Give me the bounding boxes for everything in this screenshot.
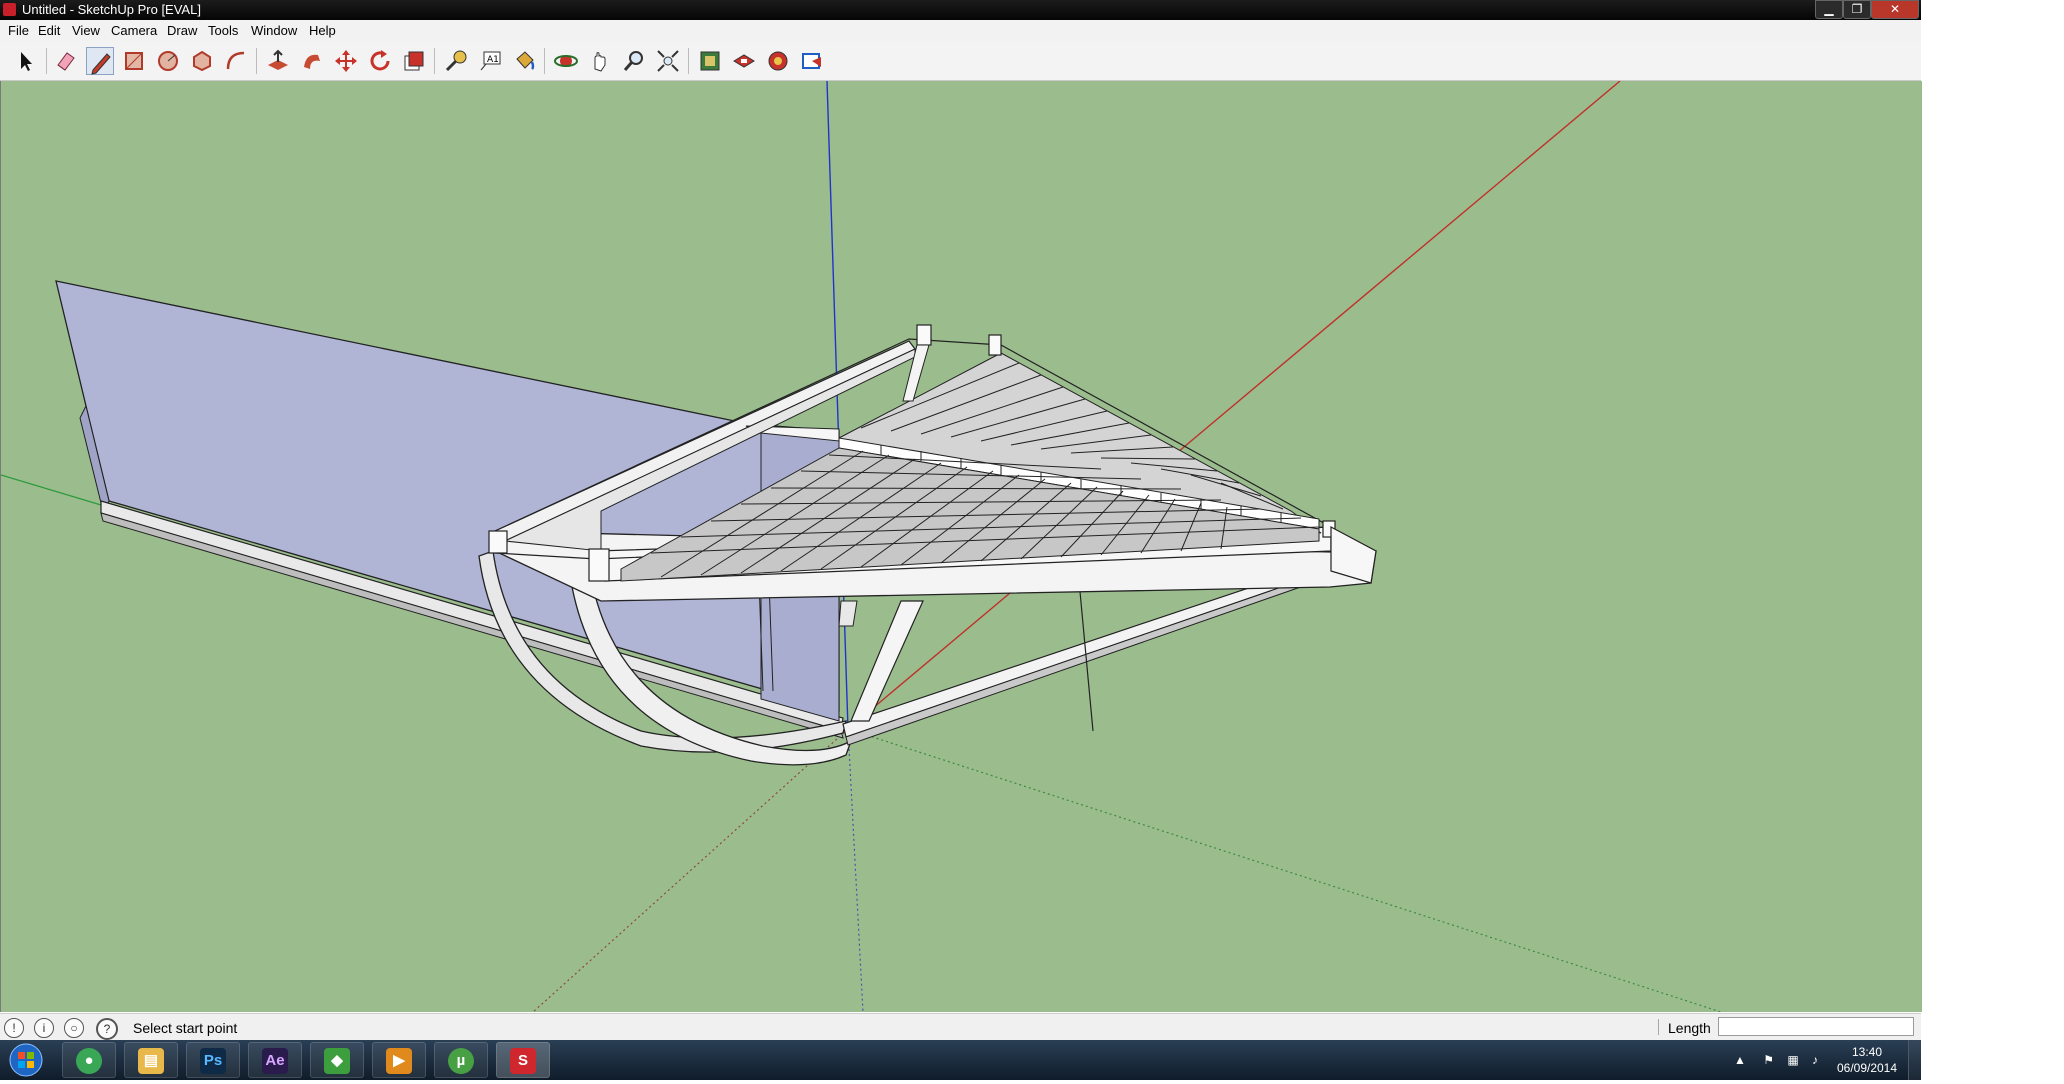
minimize-button[interactable]: ▁ xyxy=(1815,0,1843,19)
media-player-icon: ▶ xyxy=(386,1048,412,1074)
system-tray: ▲ ⚑ ▦ ♪ xyxy=(1734,1053,1818,1067)
zoom-icon[interactable] xyxy=(620,47,648,75)
red-axis-negative xyxy=(532,728,849,1012)
corner-post-front xyxy=(588,548,610,582)
after-effects-icon: Ae xyxy=(262,1048,288,1074)
scale-icon[interactable] xyxy=(400,47,428,75)
taskbar-media-player[interactable]: ▶ xyxy=(372,1042,426,1078)
arc-icon[interactable] xyxy=(222,47,250,75)
menu-camera[interactable]: Camera xyxy=(111,23,157,38)
menu-file[interactable]: File xyxy=(8,23,29,38)
pan-icon[interactable] xyxy=(586,47,614,75)
window-title: Untitled - SketchUp Pro [EVAL] xyxy=(22,2,201,17)
folder-icon: ▤ xyxy=(138,1048,164,1074)
menu-help[interactable]: Help xyxy=(309,23,336,38)
menu-draw[interactable]: Draw xyxy=(167,23,197,38)
model-viewport[interactable] xyxy=(0,81,1922,1012)
taskbar-explorer[interactable]: ▤ xyxy=(124,1042,178,1078)
windows-taskbar: ● ▤ Ps Ae ◆ ▶ µ S xyxy=(0,1040,1921,1080)
layout-icon[interactable] xyxy=(798,47,826,75)
length-input[interactable] xyxy=(1718,1017,1914,1036)
menu-tools[interactable]: Tools xyxy=(208,23,238,38)
text-icon[interactable]: A1 xyxy=(476,47,504,75)
tape-measure-icon[interactable] xyxy=(442,47,470,75)
length-label: Length xyxy=(1668,1020,1711,1036)
help-icon[interactable]: ? xyxy=(96,1018,118,1040)
taskbar-chrome[interactable]: ● xyxy=(62,1042,116,1078)
sketchup-icon: S xyxy=(510,1048,536,1074)
extension-icon[interactable] xyxy=(764,47,792,75)
polygon-icon[interactable] xyxy=(188,47,216,75)
utorrent-icon: µ xyxy=(448,1048,474,1074)
credits-icon[interactable]: i xyxy=(34,1018,54,1038)
clock-time: 13:40 xyxy=(1851,1045,1883,1059)
chrome-icon: ● xyxy=(76,1048,102,1074)
status-text: Select start point xyxy=(133,1020,238,1036)
pencil-icon[interactable] xyxy=(86,47,114,75)
status-bar: ! i ○ ? Select start point Length xyxy=(0,1013,1921,1041)
taskbar-after-effects[interactable]: Ae xyxy=(248,1042,302,1078)
3d-scene xyxy=(1,81,1722,1012)
blue-axis-negative xyxy=(847,728,864,1012)
taskbar-clock[interactable]: 13:40 06/09/2014 xyxy=(1832,1044,1902,1076)
action-center-icon[interactable]: ⚑ xyxy=(1763,1053,1774,1067)
components-icon[interactable] xyxy=(730,47,758,75)
follow-me-icon[interactable] xyxy=(298,47,326,75)
zoom-extents-icon[interactable] xyxy=(654,47,682,75)
clock-date: 06/09/2014 xyxy=(1836,1061,1898,1075)
side-panel-face xyxy=(55,280,840,712)
start-button[interactable] xyxy=(4,1041,48,1079)
circle-icon[interactable] xyxy=(154,47,182,75)
user-icon[interactable]: ○ xyxy=(64,1018,84,1038)
title-bar: Untitled - SketchUp Pro [EVAL] ▁ ❐ ✕ xyxy=(0,0,1921,20)
photoshop-icon: Ps xyxy=(200,1048,226,1074)
toolbar: A1 xyxy=(0,42,1921,81)
menu-edit[interactable]: Edit xyxy=(38,23,60,38)
taskbar-utorrent[interactable]: µ xyxy=(434,1042,488,1078)
corner-post-back xyxy=(916,324,932,346)
rotate-icon[interactable] xyxy=(366,47,394,75)
paint-bucket-icon[interactable] xyxy=(510,47,538,75)
push-pull-icon[interactable] xyxy=(264,47,292,75)
camtasia-icon: ◆ xyxy=(324,1048,350,1074)
move-icon[interactable] xyxy=(332,47,360,75)
select-icon[interactable] xyxy=(12,47,40,75)
volume-icon[interactable]: ♪ xyxy=(1812,1053,1818,1067)
show-desktop-button[interactable] xyxy=(1908,1040,1922,1080)
close-button[interactable]: ✕ xyxy=(1871,0,1919,19)
warehouse-icon[interactable] xyxy=(696,47,724,75)
menu-view[interactable]: View xyxy=(72,23,100,38)
orbit-icon[interactable] xyxy=(552,47,580,75)
restore-button[interactable]: ❐ xyxy=(1843,0,1871,19)
rectangle-icon[interactable] xyxy=(120,47,148,75)
sketchup-window: Untitled - SketchUp Pro [EVAL] ▁ ❐ ✕ Fil… xyxy=(0,0,1922,1080)
network-icon[interactable]: ▦ xyxy=(1787,1053,1798,1067)
taskbar-photoshop[interactable]: Ps xyxy=(186,1042,240,1078)
svg-text:A1: A1 xyxy=(487,55,499,65)
corner-post-left xyxy=(488,530,508,554)
taskbar-camtasia[interactable]: ◆ xyxy=(310,1042,364,1078)
taskbar-sketchup[interactable]: S xyxy=(496,1042,550,1078)
green-axis-negative xyxy=(847,728,1722,1012)
menu-window[interactable]: Window xyxy=(251,23,297,38)
sketchup-app-icon xyxy=(3,3,16,16)
eraser-icon[interactable] xyxy=(52,47,80,75)
menu-bar: File Edit View Camera Draw Tools Window … xyxy=(0,20,1921,43)
windows-logo-icon xyxy=(9,1043,43,1077)
geo-location-icon[interactable]: ! xyxy=(4,1018,24,1038)
tray-overflow-icon[interactable]: ▲ xyxy=(1734,1053,1746,1067)
